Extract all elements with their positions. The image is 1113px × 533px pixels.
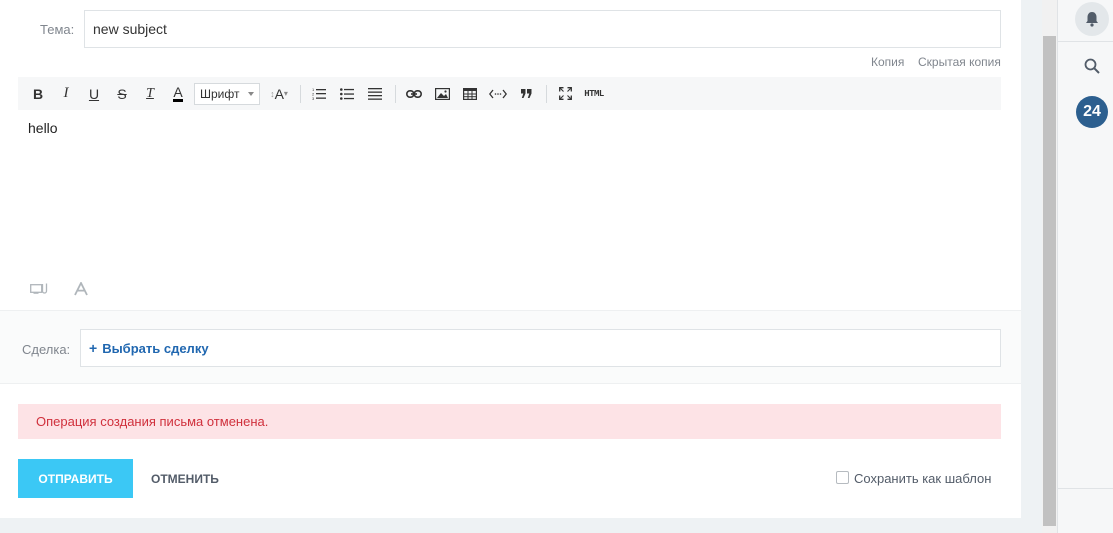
- attach-button[interactable]: [28, 280, 50, 298]
- notifications-button[interactable]: [1075, 2, 1109, 36]
- subject-label: Тема:: [40, 22, 75, 37]
- chevron-down-icon: [248, 91, 254, 96]
- counter-badge[interactable]: 24: [1076, 96, 1108, 128]
- underline-icon: U: [88, 85, 100, 102]
- font-size-icon: A: [274, 85, 284, 102]
- font-family-select[interactable]: Шрифт: [194, 82, 260, 105]
- page-bottom-strip: [0, 518, 1042, 533]
- italic-icon: I: [63, 85, 69, 101]
- clear-format-icon: T: [146, 85, 154, 101]
- html-icon: HTML: [584, 88, 604, 99]
- rail-divider: [1058, 41, 1113, 42]
- save-template-label[interactable]: Сохранить как шаблон: [854, 471, 991, 486]
- toolbar-divider: [395, 84, 396, 103]
- save-template-checkbox[interactable]: [836, 471, 849, 484]
- scrollbar-thumb[interactable]: [1043, 36, 1056, 526]
- link-button[interactable]: [402, 83, 426, 105]
- html-button[interactable]: HTML: [581, 83, 607, 105]
- editor-bottom-bar: [28, 280, 92, 298]
- image-icon: [434, 87, 450, 100]
- text-format-button[interactable]: [70, 280, 92, 298]
- error-alert: Операция создания письма отменена.: [18, 404, 1001, 439]
- underline-button[interactable]: U: [82, 83, 106, 105]
- align-button[interactable]: [363, 83, 387, 105]
- text-format-icon: [74, 282, 88, 296]
- table-button[interactable]: [458, 83, 482, 105]
- table-icon: [463, 87, 477, 100]
- rail-divider: [1058, 488, 1113, 489]
- right-rail: 24: [1057, 0, 1113, 533]
- deal-section: Сделка: + Выбрать сделку: [0, 310, 1021, 384]
- attach-icon: [30, 283, 48, 294]
- svg-text:3: 3: [312, 96, 315, 100]
- cancel-button[interactable]: ОТМЕНИТЬ: [151, 472, 219, 486]
- toolbar-divider: [546, 84, 547, 103]
- select-deal-link[interactable]: Выбрать сделку: [102, 341, 208, 356]
- cc-link[interactable]: Копия: [871, 55, 904, 69]
- strike-icon: S: [117, 85, 127, 102]
- clear-format-button[interactable]: T: [138, 83, 162, 105]
- toolbar-divider: [300, 84, 301, 103]
- font-size-button[interactable]: ↕ A ▾: [266, 83, 292, 105]
- fullscreen-button[interactable]: [553, 83, 577, 105]
- ordered-list-icon: 123: [312, 87, 326, 100]
- font-select-label: Шрифт: [200, 86, 240, 101]
- send-button[interactable]: ОТПРАВИТЬ: [18, 459, 133, 498]
- bold-icon: B: [32, 85, 44, 102]
- editor-toolbar: B I U S T A Шрифт ↕ A ▾ 123 HTML: [18, 77, 1001, 110]
- link-icon: [406, 89, 422, 98]
- strike-button[interactable]: S: [110, 83, 134, 105]
- subject-input[interactable]: [84, 10, 1001, 48]
- bcc-link[interactable]: Скрытая копия: [918, 55, 1001, 69]
- email-compose-panel: Тема: Копия Скрытая копия B I U S T A Шр…: [0, 0, 1021, 518]
- align-icon: [368, 87, 382, 100]
- image-button[interactable]: [430, 83, 454, 105]
- plus-icon: +: [89, 340, 98, 356]
- bullet-list-button[interactable]: [335, 83, 359, 105]
- deal-label: Сделка:: [22, 342, 71, 357]
- font-color-button[interactable]: A: [166, 83, 190, 105]
- code-icon: [489, 89, 507, 98]
- editor-body[interactable]: hello: [28, 120, 58, 136]
- bold-button[interactable]: B: [26, 83, 50, 105]
- quote-button[interactable]: [514, 83, 538, 105]
- italic-button[interactable]: I: [54, 83, 78, 105]
- ordered-list-button[interactable]: 123: [307, 83, 331, 105]
- alert-text: Операция создания письма отменена.: [36, 414, 269, 429]
- bell-icon: [1086, 12, 1098, 27]
- search-icon: [1084, 58, 1100, 74]
- bullet-list-icon: [340, 87, 354, 100]
- deal-selector[interactable]: + Выбрать сделку: [80, 329, 1001, 367]
- search-button[interactable]: [1076, 50, 1108, 82]
- font-color-icon: A: [173, 84, 183, 102]
- fullscreen-icon: [558, 87, 572, 100]
- code-button[interactable]: [486, 83, 510, 105]
- quote-icon: [520, 89, 531, 98]
